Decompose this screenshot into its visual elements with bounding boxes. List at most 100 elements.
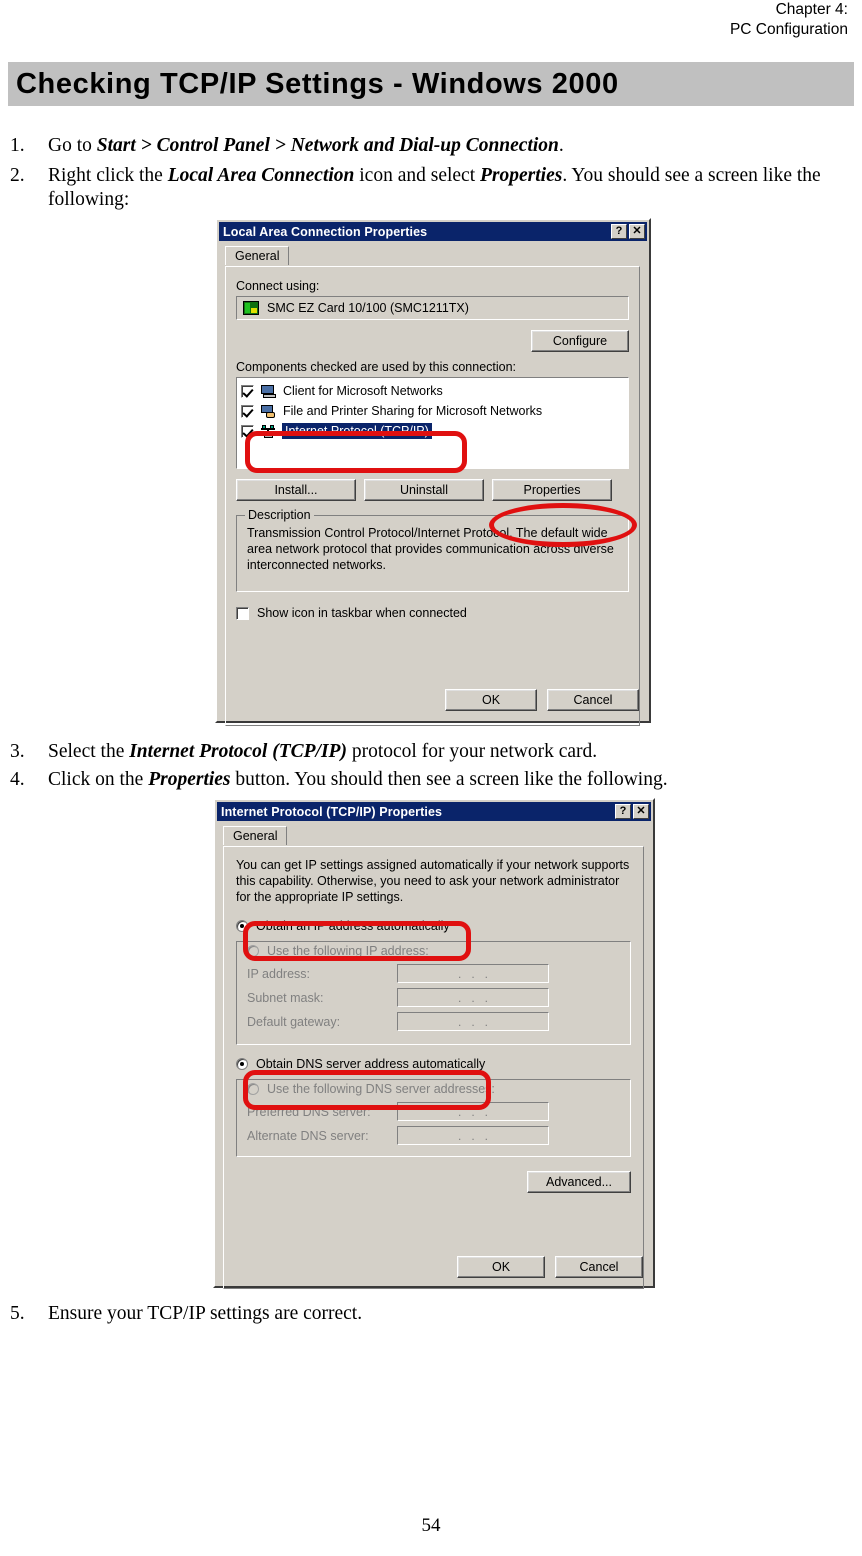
help-icon[interactable]: ?: [611, 224, 627, 239]
radio-icon[interactable]: [236, 1058, 248, 1070]
default-gateway-input[interactable]: . . .: [397, 1012, 549, 1031]
alternate-dns-label: Alternate DNS server:: [247, 1128, 369, 1143]
tab-strip: General: [225, 246, 649, 266]
ok-button[interactable]: OK: [445, 689, 537, 711]
dialog-titlebar: Local Area Connection Properties ? ✕: [219, 222, 647, 241]
component-label: Client for Microsoft Networks: [283, 384, 443, 398]
tab-panel-general: You can get IP settings assigned automat…: [223, 846, 644, 1289]
running-header: Chapter 4: PC Configuration: [730, 0, 848, 40]
preferred-dns-input[interactable]: . . .: [397, 1102, 549, 1121]
tab-strip: General: [223, 826, 653, 846]
radio-obtain-ip-automatically[interactable]: Obtain an IP address automatically: [236, 919, 631, 933]
tab-panel-general: Connect using: SMC EZ Card 10/100 (SMC12…: [225, 266, 640, 726]
checkbox-icon[interactable]: [241, 404, 254, 418]
close-icon[interactable]: ✕: [629, 224, 645, 239]
list-item[interactable]: File and Printer Sharing for Microsoft N…: [241, 401, 624, 421]
internet-protocol-properties-dialog: Internet Protocol (TCP/IP) Properties ? …: [213, 798, 655, 1289]
list-item: 4. Click on the Properties button. You s…: [0, 768, 848, 792]
list-item-text: Click on the Properties button. You shou…: [48, 769, 668, 790]
checkbox-icon[interactable]: [236, 606, 249, 620]
share-icon: [261, 404, 276, 418]
list-item-number: 2.: [10, 165, 25, 186]
alternate-dns-input[interactable]: . . .: [397, 1126, 549, 1145]
components-label: Components checked are used by this conn…: [236, 360, 517, 374]
uninstall-button[interactable]: Uninstall: [364, 479, 484, 501]
radio-icon[interactable]: [236, 920, 248, 932]
computer-icon: [261, 384, 276, 398]
help-icon[interactable]: ?: [615, 804, 631, 819]
description-group-label: Description: [245, 508, 314, 522]
radio-icon[interactable]: [247, 1083, 259, 1095]
list-item-number: 5.: [10, 1303, 25, 1324]
manual-ip-groupbox: Use the following IP address: IP address…: [236, 941, 631, 1045]
ok-button[interactable]: OK: [457, 1256, 545, 1278]
ip-address-label: IP address:: [247, 966, 311, 981]
description-groupbox: Description Transmission Control Protoco…: [236, 508, 629, 592]
header-section: PC Configuration: [729, 21, 848, 38]
default-gateway-row: Default gateway: . . .: [247, 1012, 620, 1031]
components-listbox[interactable]: Client for Microsoft Networks File and P…: [236, 377, 629, 469]
dialog-button-bar: OK Cancel: [445, 689, 639, 711]
dialog-button-bar: OK Cancel: [457, 1256, 643, 1278]
adapter-field[interactable]: SMC EZ Card 10/100 (SMC1211TX): [236, 296, 629, 320]
list-item-text: Right click the Local Area Connection ic…: [48, 165, 821, 210]
radio-label: Obtain DNS server address automatically: [256, 1057, 486, 1071]
alternate-dns-row: Alternate DNS server: . . .: [247, 1126, 620, 1145]
default-gateway-label: Default gateway:: [247, 1014, 341, 1029]
list-item[interactable]: Internet Protocol (TCP/IP): [241, 421, 624, 441]
list-item-text: Ensure your TCP/IP settings are correct.: [48, 1303, 363, 1324]
list-item-number: 1.: [10, 135, 25, 156]
subnet-mask-label: Subnet mask:: [247, 990, 324, 1005]
preferred-dns-row: Preferred DNS server: . . .: [247, 1102, 620, 1121]
radio-label: Use the following IP address:: [267, 944, 429, 958]
radio-icon[interactable]: [247, 945, 259, 957]
advanced-button[interactable]: Advanced...: [527, 1171, 631, 1193]
tab-general[interactable]: General: [223, 826, 288, 845]
header-chapter: Chapter 4:: [775, 1, 848, 18]
intro-text: You can get IP settings assigned automat…: [236, 858, 630, 904]
page-number: 54: [421, 1515, 441, 1536]
local-area-connection-properties-dialog: Local Area Connection Properties ? ✕ Gen…: [215, 218, 651, 726]
preferred-dns-label: Preferred DNS server:: [247, 1104, 371, 1119]
list-item[interactable]: Client for Microsoft Networks: [241, 381, 624, 401]
connect-using-label: Connect using:: [236, 279, 320, 293]
dialog-titlebar: Internet Protocol (TCP/IP) Properties ? …: [217, 802, 651, 821]
install-button[interactable]: Install...: [236, 479, 356, 501]
checkbox-icon[interactable]: [241, 424, 254, 438]
adapter-name: SMC EZ Card 10/100 (SMC1211TX): [267, 301, 469, 315]
subnet-mask-input[interactable]: . . .: [397, 988, 549, 1007]
list-item: 5. Ensure your TCP/IP settings are corre…: [0, 1302, 848, 1326]
cancel-button[interactable]: Cancel: [547, 689, 639, 711]
show-icon-label: Show icon in taskbar when connected: [257, 606, 467, 620]
radio-use-following-ip[interactable]: Use the following IP address:: [247, 944, 620, 958]
radio-use-following-dns[interactable]: Use the following DNS server addresses:: [247, 1082, 620, 1096]
list-item-text: Select the Internet Protocol (TCP/IP) pr…: [48, 741, 598, 762]
list-item: 3. Select the Internet Protocol (TCP/IP)…: [0, 740, 848, 764]
description-text: Transmission Control Protocol/Internet P…: [247, 526, 614, 572]
subnet-mask-row: Subnet mask: . . .: [247, 988, 620, 1007]
list-item-text: Go to Start > Control Panel > Network an…: [48, 135, 564, 156]
ip-address-row: IP address: . . .: [247, 964, 620, 983]
radio-label: Use the following DNS server addresses:: [267, 1082, 495, 1096]
close-icon[interactable]: ✕: [633, 804, 649, 819]
radio-obtain-dns-automatically[interactable]: Obtain DNS server address automatically: [236, 1057, 631, 1071]
network-card-icon: [243, 301, 259, 315]
tab-general[interactable]: General: [225, 246, 290, 265]
properties-button[interactable]: Properties: [492, 479, 612, 501]
checkbox-icon[interactable]: [241, 384, 254, 398]
dialog-title: Local Area Connection Properties: [223, 224, 428, 239]
dialog-title: Internet Protocol (TCP/IP) Properties: [221, 804, 443, 819]
cancel-button[interactable]: Cancel: [555, 1256, 643, 1278]
component-label-selected: Internet Protocol (TCP/IP): [282, 423, 432, 439]
component-label: File and Printer Sharing for Microsoft N…: [283, 404, 543, 418]
configure-button[interactable]: Configure: [531, 330, 629, 352]
show-icon-checkbox-row[interactable]: Show icon in taskbar when connected: [236, 606, 629, 620]
chapter-banner: Checking TCP/IP Settings - Windows 2000: [8, 62, 854, 106]
ip-address-input[interactable]: . . .: [397, 964, 549, 983]
radio-label: Obtain an IP address automatically: [256, 919, 450, 933]
list-item-number: 3.: [10, 741, 25, 762]
list-item-number: 4.: [10, 769, 25, 790]
page-title: Checking TCP/IP Settings - Windows 2000: [16, 67, 619, 100]
list-item: 1. Go to Start > Control Panel > Network…: [0, 134, 848, 158]
list-item: 2. Right click the Local Area Connection…: [0, 164, 848, 212]
